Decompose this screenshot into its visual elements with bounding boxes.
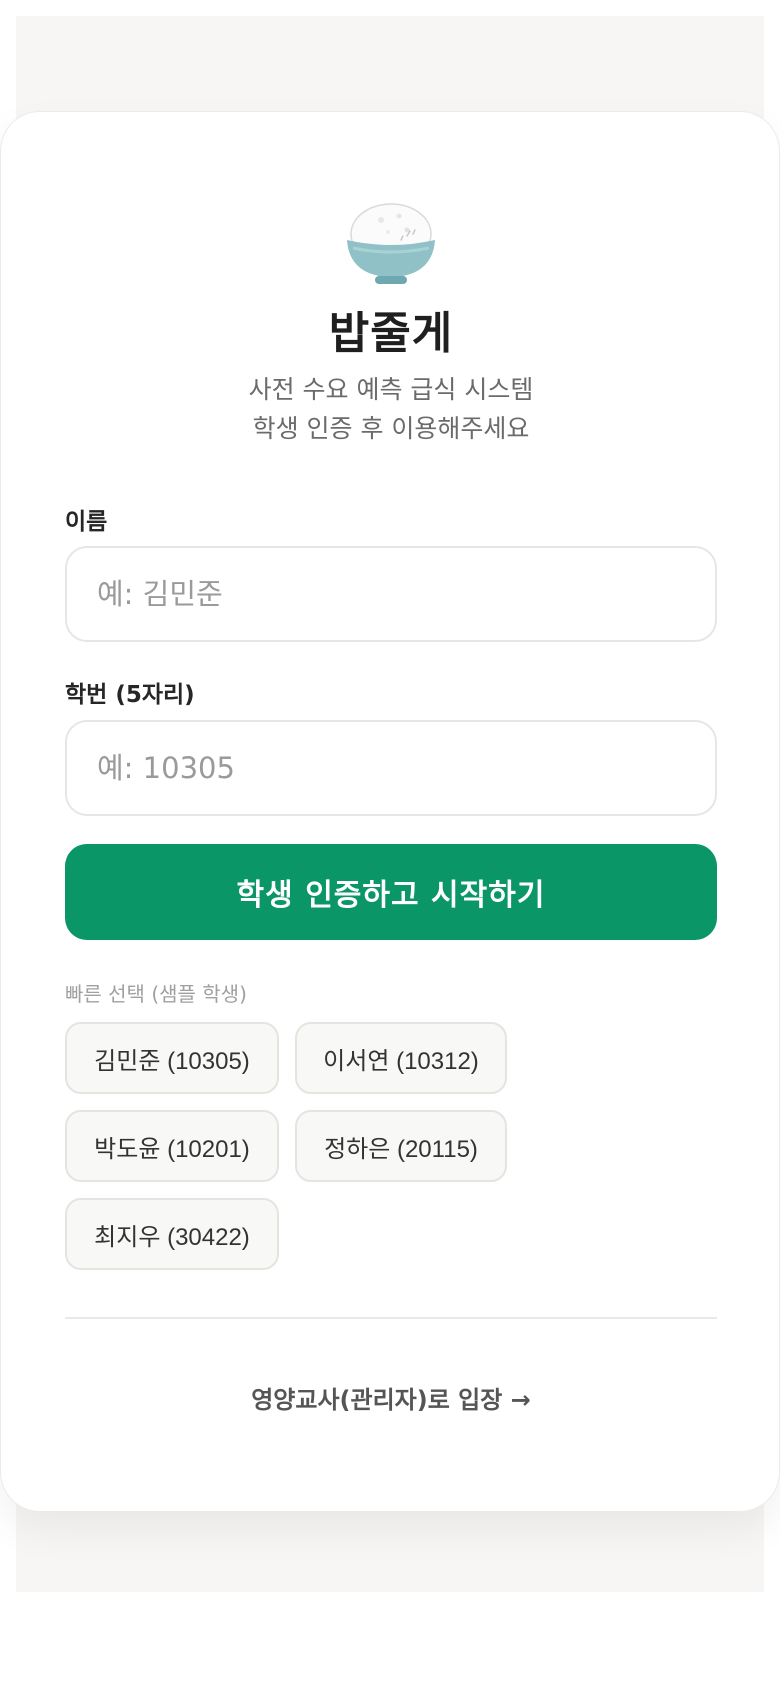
- admin-entry-link[interactable]: 영양교사(관리자)로 입장 →: [1, 1380, 780, 1415]
- app-title: 밥줄게: [328, 308, 454, 359]
- divider: [65, 1317, 717, 1319]
- name-input[interactable]: [65, 546, 717, 642]
- sample-student-chip[interactable]: 정하은 (20115): [295, 1110, 507, 1182]
- sample-student-chip[interactable]: 이서연 (10312): [295, 1022, 507, 1094]
- student-verify-button[interactable]: 학생 인증하고 시작하기: [65, 844, 717, 940]
- name-label: 이름: [65, 509, 108, 535]
- sample-student-chip[interactable]: 박도윤 (10201): [65, 1110, 279, 1182]
- sample-student-chip[interactable]: 김민준 (10305): [65, 1022, 279, 1094]
- quick-select-label: 빠른 선택 (샘플 학생): [65, 982, 247, 1006]
- login-card: 밥줄게 사전 수요 예측 급식 시스템 학생 인증 후 이용해주세요 이름 학번…: [0, 111, 780, 1512]
- app-instruction: 학생 인증 후 이용해주세요: [252, 414, 530, 443]
- app-subtitle: 사전 수요 예측 급식 시스템: [248, 375, 534, 404]
- student-id-label: 학번 (5자리): [65, 682, 195, 708]
- student-id-input[interactable]: [65, 720, 717, 816]
- sample-student-chip[interactable]: 최지우 (30422): [65, 1198, 279, 1270]
- rice-bowl-icon: [347, 203, 435, 284]
